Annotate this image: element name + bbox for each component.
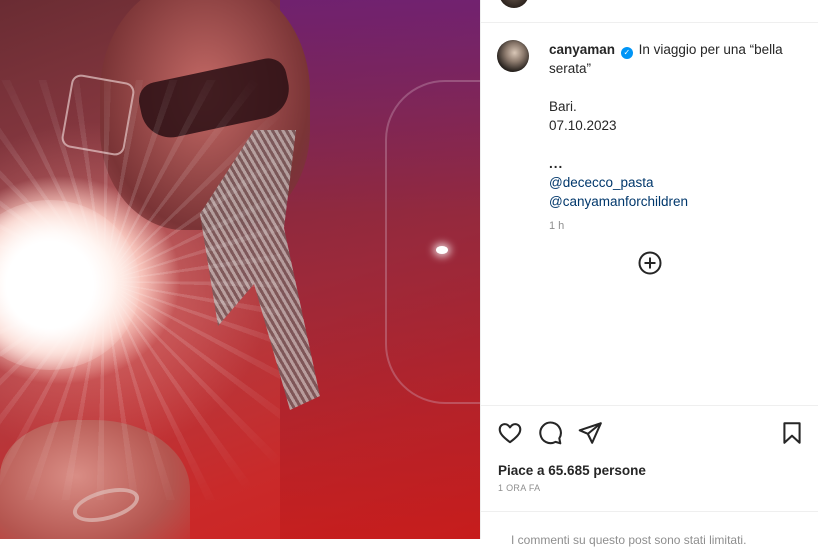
comments-limited-text: I commenti su questo post sono stati lim… [511,533,747,547]
share-icon[interactable] [577,420,605,448]
caption-date: 07.10.2023 [549,118,617,133]
comment-icon[interactable] [537,420,565,448]
mention-link-dececco[interactable]: @dececco_pasta [549,173,799,192]
caption-dots: ... [549,156,564,171]
post-header-strip [481,0,818,23]
instagram-post-view: canyaman ✓ In viaggio per una “bella ser… [0,0,818,547]
mention-link-canyamanforchildren[interactable]: @canyamanforchildren [549,192,799,211]
caption-body: canyaman ✓ In viaggio per una “bella ser… [549,40,799,236]
caption-first-line: canyaman ✓ In viaggio per una “bella ser… [549,40,799,78]
action-bar [497,420,803,448]
caption-timestamp[interactable]: 1 h [549,217,799,236]
avatar[interactable] [497,40,529,72]
likes-count[interactable]: Piace a 65.685 persone [498,463,646,478]
header-avatar[interactable] [499,0,529,8]
plus-circle-icon[interactable] [638,251,662,275]
username-link[interactable]: canyaman [549,42,615,57]
verified-badge-icon: ✓ [620,47,633,59]
post-details-panel: canyaman ✓ In viaggio per una “bella ser… [480,0,818,547]
bookmark-icon[interactable] [779,420,807,448]
caption-location: Bari. [549,99,577,114]
heart-icon[interactable] [497,420,525,448]
photo-car-window [385,80,480,404]
post-time: 1 ORA FA [498,483,541,493]
photo-light-dot [436,246,448,254]
post-photo[interactable] [0,0,480,539]
action-section: Piace a 65.685 persone 1 ORA FA I commen… [481,405,818,547]
